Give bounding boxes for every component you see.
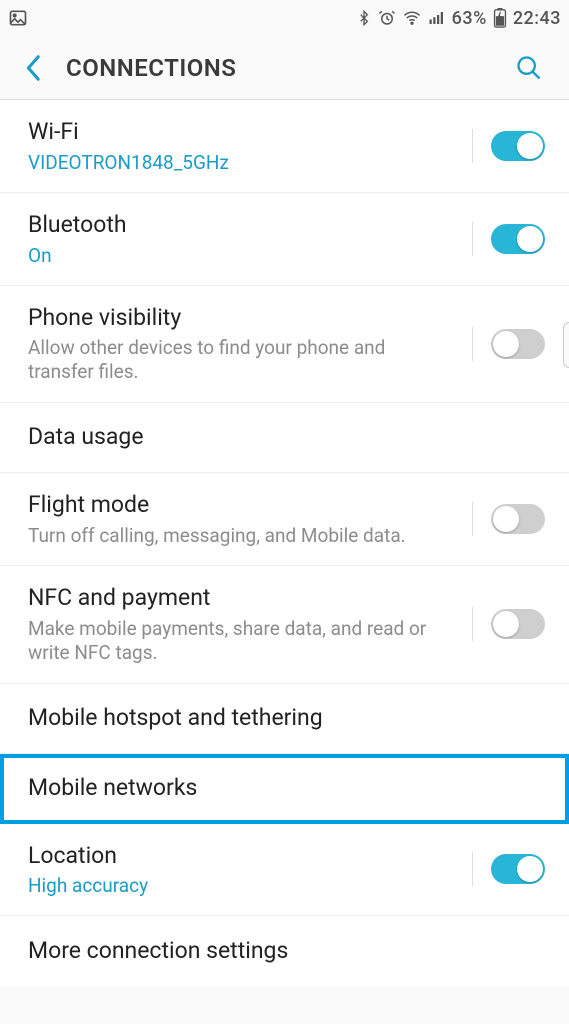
row-sub: On (28, 244, 454, 267)
row-hotspot-tethering[interactable]: Mobile hotspot and tethering (0, 684, 569, 754)
row-sub: Make mobile payments, share data, and re… (28, 617, 454, 665)
scroll-indicator (563, 322, 569, 368)
row-title: Location (28, 842, 454, 871)
row-title: NFC and payment (28, 584, 454, 613)
alarm-icon (378, 9, 396, 27)
divider (472, 327, 473, 361)
page-title: CONNECTIONS (58, 54, 505, 82)
signal-icon (428, 9, 446, 27)
app-header: CONNECTIONS (0, 36, 569, 100)
chevron-left-icon (25, 54, 43, 82)
row-location[interactable]: Location High accuracy (0, 824, 569, 917)
row-phone-visibility[interactable]: Phone visibility Allow other devices to … (0, 286, 569, 403)
divider (472, 129, 473, 163)
wifi-toggle[interactable] (491, 131, 545, 161)
row-bluetooth[interactable]: Bluetooth On (0, 193, 569, 286)
row-title: Wi-Fi (28, 118, 454, 147)
settings-list: Wi-Fi VIDEOTRON1848_5GHz Bluetooth On Ph… (0, 100, 569, 986)
nfc-toggle[interactable] (491, 609, 545, 639)
divider (472, 222, 473, 256)
bluetooth-icon (356, 9, 372, 27)
row-title: Bluetooth (28, 211, 454, 240)
row-more-connection-settings[interactable]: More connection settings (0, 916, 569, 986)
battery-charging-icon (493, 8, 507, 28)
flight-mode-toggle[interactable] (491, 504, 545, 534)
location-toggle[interactable] (491, 854, 545, 884)
row-data-usage[interactable]: Data usage (0, 403, 569, 473)
row-nfc-payment[interactable]: NFC and payment Make mobile payments, sh… (0, 566, 569, 683)
row-wifi[interactable]: Wi-Fi VIDEOTRON1848_5GHz (0, 100, 569, 193)
bluetooth-toggle[interactable] (491, 224, 545, 254)
battery-percent: 63% (452, 8, 487, 29)
row-sub: Turn off calling, messaging, and Mobile … (28, 524, 454, 548)
picture-icon (8, 8, 28, 28)
phone-visibility-toggle[interactable] (491, 329, 545, 359)
row-title: Phone visibility (28, 304, 454, 333)
divider (472, 607, 473, 641)
row-title: Mobile hotspot and tethering (28, 704, 533, 733)
search-icon (515, 54, 543, 82)
wifi-icon (402, 9, 422, 27)
row-title: More connection settings (28, 937, 533, 966)
row-title: Flight mode (28, 491, 454, 520)
row-sub: Allow other devices to find your phone a… (28, 336, 454, 384)
row-title: Mobile networks (28, 774, 533, 803)
clock: 22:43 (513, 8, 561, 29)
row-sub: VIDEOTRON1848_5GHz (28, 151, 454, 174)
back-button[interactable] (10, 44, 58, 92)
divider (472, 852, 473, 886)
search-button[interactable] (505, 44, 553, 92)
row-title: Data usage (28, 423, 533, 452)
row-mobile-networks[interactable]: Mobile networks (0, 754, 569, 824)
status-bar: 63% 22:43 (0, 0, 569, 36)
divider (472, 502, 473, 536)
row-sub: High accuracy (28, 874, 454, 897)
row-flight-mode[interactable]: Flight mode Turn off calling, messaging,… (0, 473, 569, 567)
